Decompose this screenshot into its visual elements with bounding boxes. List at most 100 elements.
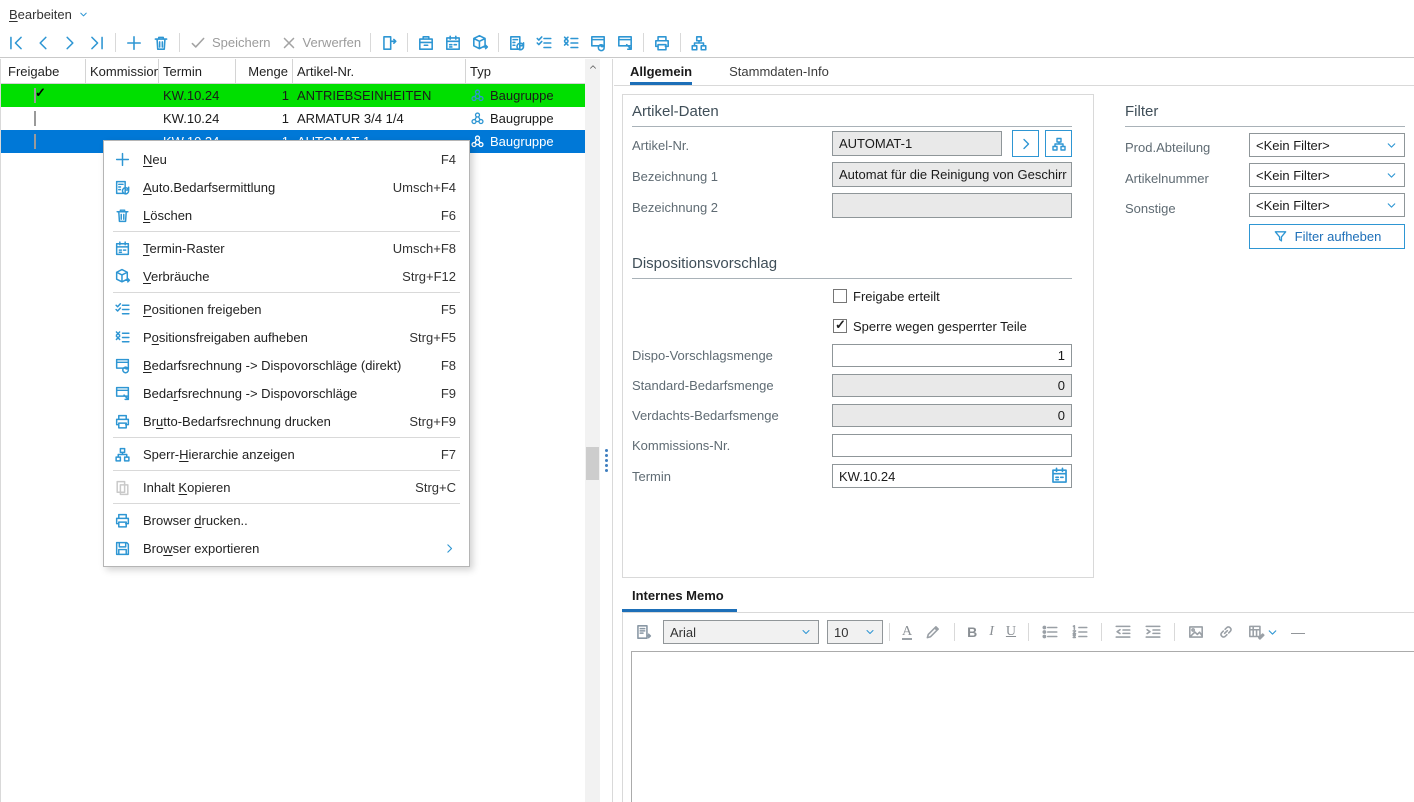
italic-button[interactable]: I xyxy=(989,624,994,640)
shortcut: Strg+F5 xyxy=(397,330,456,345)
bedarfsrechnung-button[interactable] xyxy=(589,34,607,52)
scrollbar-thumb[interactable] xyxy=(586,447,599,480)
column-header-menge[interactable]: Menge xyxy=(236,59,293,83)
menu-item-browser-drucken[interactable]: Browser drucken.. xyxy=(104,506,469,534)
verdacht-menge-field[interactable]: 0 xyxy=(832,404,1072,427)
termin-calendar-button[interactable] xyxy=(1050,466,1069,485)
filter-sonstige-dropdown[interactable]: <Kein Filter> xyxy=(1249,193,1405,217)
positionen-freigeben-button[interactable] xyxy=(535,34,553,52)
new-record-button[interactable] xyxy=(125,34,143,52)
menu-item-verbraeuche[interactable]: Verbräuche Strg+F12 xyxy=(104,262,469,290)
standard-menge-field[interactable]: 0 xyxy=(832,374,1072,397)
menu-item-loeschen[interactable]: Löschen F6 xyxy=(104,201,469,229)
table-options-chevron[interactable] xyxy=(1266,626,1279,639)
detail-tabstrip: Allgemein Stammdaten-Info xyxy=(614,59,1414,86)
menu-item-neu[interactable]: Neu F4 xyxy=(104,145,469,173)
sperre-checkbox[interactable] xyxy=(833,319,847,333)
menu-item-sperr-hierarchie[interactable]: Sperr-Hierarchie anzeigen F7 xyxy=(104,440,469,468)
auto-bedarfsermittlung-button[interactable] xyxy=(417,34,435,52)
save-button[interactable]: Speichern xyxy=(189,34,271,52)
table-row[interactable]: KW.10.24 1 ANTRIEBSEINHEITEN Baugruppe xyxy=(1,84,585,107)
check-icon xyxy=(189,34,207,52)
freigabe-checkbox[interactable] xyxy=(34,134,36,149)
kommissions-nr-field[interactable] xyxy=(832,434,1072,457)
menu-item-bedarfsrechnung-direkt[interactable]: Bedarfsrechnung -> Dispovorschläge (dire… xyxy=(104,351,469,379)
nav-previous-button[interactable] xyxy=(34,34,52,52)
memo-text-area[interactable] xyxy=(631,651,1414,802)
dispo-menge-field[interactable]: 1 xyxy=(832,344,1072,367)
nav-next-button[interactable] xyxy=(61,34,79,52)
toolbar-separator xyxy=(115,33,116,52)
memo-doc-icon-button[interactable] xyxy=(634,623,652,641)
termin-raster-button[interactable] xyxy=(444,34,462,52)
discard-button[interactable]: Verwerfen xyxy=(280,34,362,52)
menu-item-auto-bedarfsermittlung[interactable]: Auto.Bedarfsermittlung Umsch+F4 xyxy=(104,173,469,201)
menu-item-termin-raster[interactable]: Termin-Raster Umsch+F8 xyxy=(104,234,469,262)
bullet-list-button[interactable] xyxy=(1041,623,1059,641)
bedarfsrechnung-direkt-button[interactable] xyxy=(508,34,526,52)
freigabe-erteilt-checkbox[interactable] xyxy=(833,289,847,303)
column-header-kommission[interactable]: Kommission xyxy=(86,59,159,83)
highlight-button[interactable] xyxy=(924,623,942,641)
menu-item-inhalt-kopieren[interactable]: Inhalt Kopieren Strg+C xyxy=(104,473,469,501)
edit-menu[interactable]: Bearbeiten xyxy=(9,7,89,22)
funnel-icon xyxy=(1273,229,1288,244)
bezeichnung2-field[interactable] xyxy=(832,193,1072,218)
delete-record-button[interactable] xyxy=(152,34,170,52)
tab-internes-memo[interactable]: Internes Memo xyxy=(632,588,724,603)
column-header-artikel-nr[interactable]: Artikel-Nr. xyxy=(293,59,466,83)
transfer-button[interactable] xyxy=(380,34,398,52)
filter-aufheben-button[interactable]: Filter aufheben xyxy=(1249,224,1405,249)
splitter-handle[interactable] xyxy=(605,449,609,472)
verbraeuche-button[interactable] xyxy=(471,34,489,52)
bezeichnung1-field[interactable]: Automat für die Reinigung von Geschirr xyxy=(832,162,1072,187)
horizontal-rule-button[interactable]: — xyxy=(1291,624,1305,640)
outdent-button[interactable] xyxy=(1114,623,1132,641)
menu-item-bedarfsrechnung[interactable]: Bedarfsrechnung -> Dispovorschläge F9 xyxy=(104,379,469,407)
filter-prod-abteilung-dropdown[interactable]: <Kein Filter> xyxy=(1249,133,1405,157)
font-family-select[interactable]: Arial xyxy=(663,620,819,644)
font-size-select[interactable]: 10 xyxy=(827,620,883,644)
menu-item-brutto-bedarfsrechnung-drucken[interactable]: Brutto-Bedarfsrechnung drucken Strg+F9 xyxy=(104,407,469,435)
column-header-typ[interactable]: Typ xyxy=(466,59,586,83)
artikel-goto-button[interactable] xyxy=(1012,130,1039,157)
insert-link-button[interactable] xyxy=(1217,623,1235,641)
tab-allgemein[interactable]: Allgemein xyxy=(630,59,692,85)
menu-item-positionsfreigaben-aufheben[interactable]: Positionsfreigaben aufheben Strg+F5 xyxy=(104,323,469,351)
bedarfsrechnung-fenster-button[interactable] xyxy=(616,34,634,52)
indent-button[interactable] xyxy=(1144,623,1162,641)
drucken-button[interactable] xyxy=(653,34,671,52)
column-header-termin[interactable]: Termin xyxy=(159,59,236,83)
insert-image-button[interactable] xyxy=(1187,623,1205,641)
menu-separator xyxy=(113,231,460,232)
sperr-hierarchie-button[interactable] xyxy=(690,34,708,52)
cell-typ: Baugruppe xyxy=(466,111,586,126)
menu-item-positionen-freigeben[interactable]: Positionen freigeben F5 xyxy=(104,295,469,323)
column-header-freigabe[interactable]: Freigabe xyxy=(1,59,86,83)
table-row[interactable]: KW.10.24 1 ARMATUR 3/4 1/4 Baugruppe xyxy=(1,107,585,130)
nav-first-button[interactable] xyxy=(7,34,25,52)
bezeichnung2-label: Bezeichnung 2 xyxy=(632,200,718,215)
grid-vertical-scrollbar[interactable] xyxy=(585,59,600,802)
shortcut: F5 xyxy=(429,302,456,317)
verdacht-menge-label: Verdachts-Bedarfsmenge xyxy=(632,408,779,423)
artikel-hierarchy-button[interactable] xyxy=(1045,130,1072,157)
termin-field[interactable]: KW.10.24 xyxy=(832,464,1072,488)
scrollbar-up-button[interactable] xyxy=(585,59,600,75)
underline-button[interactable]: U xyxy=(1006,624,1016,640)
font-color-button[interactable]: A xyxy=(902,625,912,640)
artikel-nr-field[interactable]: AUTOMAT-1 xyxy=(832,131,1002,156)
toolbar-separator xyxy=(498,33,499,52)
freigabe-checkbox[interactable] xyxy=(34,111,36,126)
bold-button[interactable]: B xyxy=(967,624,977,640)
filter-sonstige-label: Sonstige xyxy=(1125,201,1176,216)
nav-last-button[interactable] xyxy=(88,34,106,52)
insert-table-button[interactable] xyxy=(1247,623,1265,641)
freigabe-checkbox[interactable] xyxy=(34,88,36,103)
positionsfreigaben-aufheben-button[interactable] xyxy=(562,34,580,52)
tab-stammdaten-info[interactable]: Stammdaten-Info xyxy=(729,59,829,85)
filter-artikelnummer-dropdown[interactable]: <Kein Filter> xyxy=(1249,163,1405,187)
numbered-list-button[interactable] xyxy=(1071,623,1089,641)
menu-item-browser-exportieren[interactable]: Browser exportieren xyxy=(104,534,469,562)
baugruppe-icon xyxy=(470,134,485,149)
